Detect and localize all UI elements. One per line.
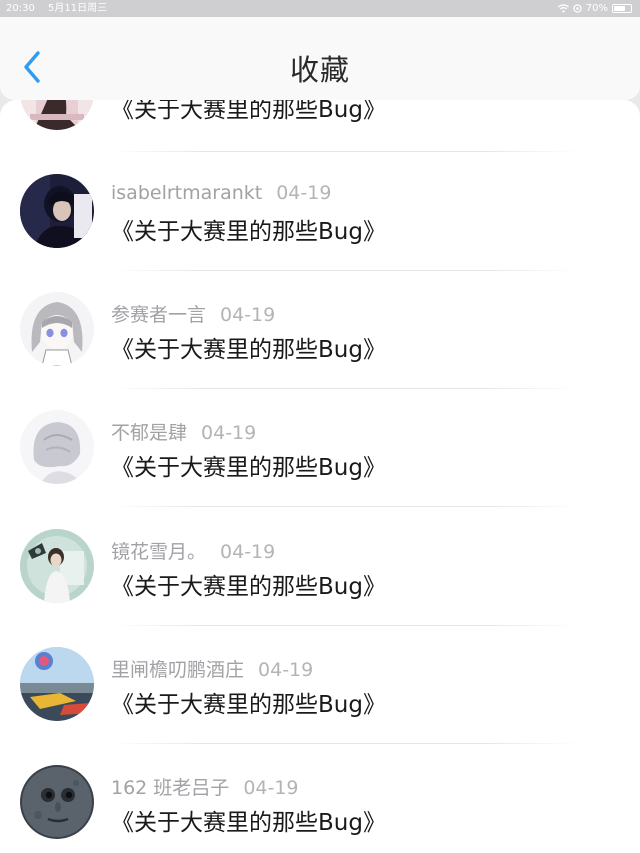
avatar: [20, 647, 94, 721]
battery-icon: [612, 4, 632, 13]
list-item[interactable]: 162 班老吕子 04-19 《关于大赛里的那些Bug》: [0, 743, 640, 853]
item-meta: isabelrtmarankt 04-19: [111, 182, 331, 204]
item-username: 镜花雪月。: [111, 541, 207, 563]
status-time: 20:30: [6, 3, 35, 14]
list-item[interactable]: 不郁是肆 04-19 《关于大赛里的那些Bug》: [0, 388, 640, 506]
status-right: 70%: [557, 0, 632, 17]
status-bar: 20:30 5月11日周三 70%: [0, 0, 640, 17]
item-title: 《关于大赛里的那些Bug》: [111, 219, 386, 245]
avatar: [20, 410, 94, 484]
item-title: 《关于大赛里的那些Bug》: [111, 810, 386, 836]
status-left: 20:30 5月11日周三: [6, 0, 117, 17]
list-item[interactable]: 里闸檐叨鹏酒庄 04-19 《关于大赛里的那些Bug》: [0, 625, 640, 743]
battery-fill: [614, 6, 625, 11]
favorites-list: 《关于大赛里的那些Bug》 isabelrtmarankt 04-19 《关于大赛…: [0, 100, 640, 853]
list-item[interactable]: 镜花雪月。 04-19 《关于大赛里的那些Bug》: [0, 507, 640, 625]
list-item[interactable]: 参赛者一言 04-19 《关于大赛里的那些Bug》: [0, 270, 640, 388]
list-item[interactable]: isabelrtmarankt 04-19 《关于大赛里的那些Bug》: [0, 152, 640, 270]
item-meta: 参赛者一言 04-19: [111, 300, 275, 327]
wifi-icon: [557, 4, 569, 13]
item-meta: 里闸檐叨鹏酒庄 04-19: [111, 655, 313, 682]
item-title: 《关于大赛里的那些Bug》: [111, 455, 386, 481]
battery-percent: 70%: [585, 3, 608, 14]
item-username: 不郁是肆: [111, 422, 188, 444]
avatar: [20, 292, 94, 366]
item-title: 《关于大赛里的那些Bug》: [111, 337, 386, 363]
nav-header: 收藏: [0, 17, 640, 100]
item-title: 《关于大赛里的那些Bug》: [111, 100, 386, 123]
item-date: 04-19: [220, 304, 276, 326]
item-title: 《关于大赛里的那些Bug》: [111, 692, 386, 718]
item-meta: 不郁是肆 04-19: [111, 418, 256, 445]
item-date: 04-19: [201, 422, 257, 444]
item-username: isabelrtmarankt: [111, 182, 263, 204]
status-date: 5月11日周三: [48, 3, 108, 14]
item-username: 参赛者一言: [111, 304, 207, 326]
item-date: 04-19: [258, 659, 314, 681]
item-title: 《关于大赛里的那些Bug》: [111, 574, 386, 600]
page-title: 收藏: [289, 53, 350, 87]
item-date: 04-19: [276, 182, 332, 204]
avatar: [20, 529, 94, 603]
avatar: [20, 174, 94, 248]
avatar: [20, 100, 94, 130]
item-date: 04-19: [220, 541, 276, 563]
item-username: 里闸檐叨鹏酒庄: [111, 659, 245, 681]
item-meta: 162 班老吕子 04-19: [111, 773, 299, 800]
location-icon: [573, 4, 582, 13]
item-username: 162 班老吕子: [111, 777, 230, 799]
avatar: [20, 765, 94, 839]
item-date: 04-19: [243, 777, 299, 799]
item-meta: 镜花雪月。 04-19: [111, 537, 275, 564]
